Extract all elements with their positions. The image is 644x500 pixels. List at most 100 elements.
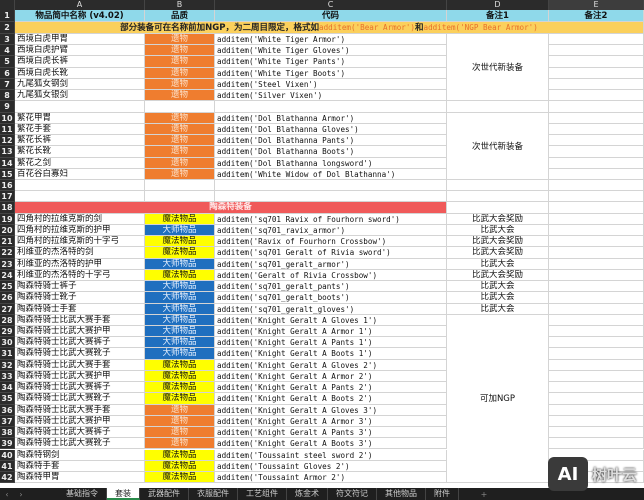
code-cell[interactable]: additem('Knight Geralt A Gloves 3') <box>215 404 447 416</box>
quality-badge-magic[interactable]: 魔法物品 <box>145 269 215 282</box>
note2-cell[interactable] <box>549 112 644 124</box>
row-number[interactable]: 31 <box>0 348 15 360</box>
note2-cell[interactable] <box>549 303 644 315</box>
item-name-cell[interactable]: 陶森特骑士比武大赛护甲 <box>15 370 145 383</box>
note2-cell[interactable] <box>549 337 644 349</box>
prev-sheet-button[interactable]: ‹ <box>0 490 14 499</box>
header-quality[interactable]: 品质 <box>145 10 215 22</box>
row-number[interactable]: 4 <box>0 45 15 57</box>
row-number[interactable]: 19 <box>0 213 15 225</box>
row-number[interactable]: 39 <box>0 438 15 450</box>
note1-cell[interactable]: 比武大会 <box>447 281 549 293</box>
item-name-cell[interactable]: 陶森特骑士比武大赛护甲 <box>15 415 145 428</box>
row-number[interactable]: 27 <box>0 303 15 315</box>
row-number[interactable]: 18 <box>0 202 15 214</box>
item-name-cell[interactable]: 西境白虎甲胄 <box>15 34 145 46</box>
item-name-cell[interactable]: 陶森特骑士比武大赛裤子 <box>15 337 145 349</box>
column-header-d[interactable]: D <box>447 0 549 10</box>
quality-badge-master[interactable]: 大师物品 <box>145 314 215 326</box>
note2-cell[interactable] <box>549 168 644 180</box>
note1-cell[interactable]: 比武大会奖励 <box>447 236 549 248</box>
row-number[interactable]: 11 <box>0 123 15 136</box>
item-name-cell[interactable]: 陶森特骑士手套 <box>15 303 145 315</box>
note2-cell[interactable] <box>549 404 644 416</box>
note1-cell[interactable] <box>447 101 549 113</box>
note2-cell[interactable] <box>549 34 644 46</box>
spreadsheet-grid[interactable]: A B C D E 1 物品简中名称 (v4.02) 品质 代码 备注1 备注2 2 部分装备可在名称前… <box>0 0 644 490</box>
row-number[interactable]: 2 <box>0 22 15 34</box>
quality-badge-master[interactable]: 大师物品 <box>145 337 215 349</box>
item-name-cell[interactable] <box>15 179 145 192</box>
note1-cell[interactable]: 比武大会奖励 <box>447 213 549 225</box>
quality-badge-empty[interactable] <box>145 179 215 192</box>
code-cell[interactable]: additem('White Tiger Pants') <box>215 56 447 68</box>
code-cell[interactable]: additem('Knight Geralt A Pants 1') <box>215 337 447 349</box>
code-cell[interactable]: additem('White Tiger Armor') <box>215 34 447 46</box>
quality-badge-magic[interactable]: 魔法物品 <box>145 460 215 472</box>
item-name-cell[interactable]: 西境白虎护臂 <box>15 45 145 57</box>
quality-badge-relic[interactable]: 遗物 <box>145 404 215 416</box>
code-cell[interactable]: additem('Toussaint Armor 2') <box>215 471 447 484</box>
quality-badge-magic[interactable]: 魔法物品 <box>145 359 215 371</box>
note2-cell[interactable] <box>549 135 644 147</box>
note1-cell[interactable]: 比武大会 <box>447 224 549 237</box>
row-number[interactable]: 6 <box>0 67 15 79</box>
sheet-tab[interactable]: 附件 <box>426 488 459 500</box>
note2-cell[interactable] <box>549 348 644 360</box>
note2-cell[interactable] <box>549 157 644 169</box>
row-number[interactable]: 42 <box>0 471 15 484</box>
quality-badge-relic[interactable]: 遗物 <box>145 168 215 180</box>
quality-badge-magic[interactable]: 魔法物品 <box>145 247 215 259</box>
sheet-tab[interactable]: 衣服配件 <box>189 488 238 500</box>
code-cell[interactable]: additem('Toussaint steel sword 2') <box>215 449 447 461</box>
row-number[interactable]: 3 <box>0 34 15 46</box>
item-name-cell[interactable]: 四角村的拉维克斯的剑 <box>15 213 145 225</box>
note1-cell[interactable] <box>447 179 549 192</box>
merged-note-cell[interactable]: 次世代新装备 <box>447 34 549 102</box>
item-name-cell[interactable]: 九尾狐女钢剑 <box>15 78 145 91</box>
note2-cell[interactable] <box>549 269 644 282</box>
item-name-cell[interactable]: 西境白虎长裤 <box>15 56 145 68</box>
row-number[interactable]: 8 <box>0 90 15 102</box>
row-number[interactable]: 10 <box>0 112 15 124</box>
row-number[interactable]: 33 <box>0 370 15 383</box>
quality-badge-master[interactable]: 大师物品 <box>145 303 215 315</box>
code-cell[interactable]: additem('White Tiger Gloves') <box>215 45 447 57</box>
quality-badge-magic[interactable]: 魔法物品 <box>145 471 215 484</box>
note2-cell[interactable] <box>549 247 644 259</box>
row-number[interactable]: 35 <box>0 393 15 405</box>
row-number[interactable]: 32 <box>0 359 15 371</box>
row-number[interactable]: 26 <box>0 292 15 304</box>
quality-badge-relic[interactable]: 遗物 <box>145 427 215 439</box>
row-number[interactable]: 7 <box>0 78 15 91</box>
note2-cell[interactable] <box>549 45 644 57</box>
row-number[interactable]: 38 <box>0 427 15 439</box>
code-cell[interactable]: additem('Knight Geralt A Boots 2') <box>215 393 447 405</box>
code-cell[interactable]: additem('Dol Blathanna longsword') <box>215 157 447 169</box>
code-cell[interactable]: additem('Toussaint Gloves 2') <box>215 460 447 472</box>
code-cell[interactable]: additem('Silver Vixen') <box>215 90 447 102</box>
note2-cell[interactable] <box>549 56 644 68</box>
row-number[interactable]: 14 <box>0 157 15 169</box>
item-name-cell[interactable]: 百花谷白寡妇 <box>15 168 145 180</box>
sheet-tab[interactable]: 武器配件 <box>140 488 189 500</box>
code-cell[interactable] <box>215 101 447 113</box>
row-number[interactable]: 28 <box>0 314 15 326</box>
note1-cell[interactable]: 比武大会奖励 <box>447 269 549 282</box>
note2-cell[interactable] <box>549 191 644 203</box>
sheet-tab[interactable]: 工艺组件 <box>238 488 287 500</box>
note2-cell[interactable] <box>549 438 644 450</box>
note2-cell[interactable] <box>549 382 644 394</box>
quality-badge-magic[interactable]: 魔法物品 <box>145 236 215 248</box>
section-title[interactable]: 陶森特装备 <box>15 202 447 214</box>
item-name-cell[interactable]: 繁花甲胄 <box>15 112 145 124</box>
item-name-cell[interactable]: 陶森特甲胄 <box>15 471 145 484</box>
row-number[interactable]: 21 <box>0 236 15 248</box>
note2-cell[interactable] <box>549 393 644 405</box>
row-number[interactable]: 23 <box>0 258 15 270</box>
quality-badge-relic[interactable]: 遗物 <box>145 415 215 428</box>
item-name-cell[interactable]: 陶森特骑士比武大赛靴子 <box>15 438 145 450</box>
item-name-cell[interactable]: 繁花之剑 <box>15 157 145 169</box>
code-cell[interactable]: additem('Knight Geralt A Gloves 1') <box>215 314 447 326</box>
code-cell[interactable]: additem('Knight Geralt A Armor 1') <box>215 325 447 338</box>
